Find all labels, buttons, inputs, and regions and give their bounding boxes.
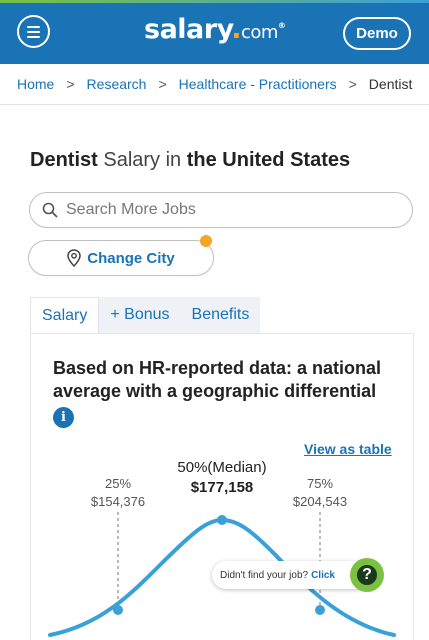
logo-suffix: com	[240, 22, 278, 43]
location-pin-icon	[67, 249, 81, 267]
menu-icon[interactable]	[17, 15, 50, 48]
tab-bonus[interactable]: + Bonus	[99, 297, 180, 333]
median-percent: 50%(Median)	[177, 459, 267, 476]
p75-value: $204,543	[292, 494, 348, 509]
help-text: Didn't find your job?	[220, 569, 309, 581]
logo-main: salary	[144, 14, 232, 45]
top-header: salary.com® Demo	[0, 0, 429, 64]
demo-button[interactable]: Demo	[343, 17, 411, 50]
salary-distribution-chart: 25% $154,376 50%(Median) $177,158 75% $2…	[30, 455, 414, 640]
search-icon	[42, 202, 58, 218]
help-click-link[interactable]: Click	[311, 570, 335, 581]
search-box[interactable]	[29, 192, 413, 228]
question-mark: ?	[355, 563, 379, 587]
logo-reg: ®	[277, 21, 286, 30]
breadcrumb-research[interactable]: Research	[87, 76, 147, 92]
title-job: Dentist	[30, 149, 98, 171]
breadcrumb-separator: >	[158, 76, 167, 92]
breadcrumb-divider	[0, 104, 429, 105]
tab-benefits[interactable]: Benefits	[181, 297, 261, 333]
header-accent-stripe	[0, 0, 429, 3]
median-value: $177,158	[190, 479, 254, 496]
search-input[interactable]	[66, 201, 386, 219]
breadcrumb-separator: >	[66, 76, 75, 92]
p25-marker	[113, 605, 123, 615]
help-question-icon[interactable]: ?	[350, 558, 384, 592]
breadcrumb: Home > Research > Healthcare - Practitio…	[17, 76, 412, 92]
title-word: Salary in	[103, 149, 182, 171]
salary-logo[interactable]: salary.com®	[144, 14, 286, 45]
notification-dot	[200, 235, 212, 247]
breadcrumb-separator: >	[348, 76, 357, 92]
breadcrumb-current: Dentist	[368, 76, 413, 92]
breadcrumb-healthcare[interactable]: Healthcare - Practitioners	[179, 76, 337, 92]
p25-value: $154,376	[90, 494, 146, 509]
p75-marker	[315, 605, 325, 615]
median-label: 50%(Median) $177,158	[157, 458, 287, 498]
help-bubble[interactable]: Didn't find your job? Click	[212, 561, 371, 589]
card-heading: Based on HR-reported data: a national av…	[53, 358, 382, 401]
p75-label: 75% $204,543	[275, 475, 365, 511]
tab-bar: Salary + Bonus Benefits	[30, 297, 261, 333]
title-location: the United States	[186, 149, 351, 171]
p50-marker	[217, 515, 227, 525]
tab-salary[interactable]: Salary	[30, 297, 100, 333]
page-title: Dentist Salary in the United States	[30, 149, 350, 172]
breadcrumb-home[interactable]: Home	[17, 76, 54, 92]
change-city-button[interactable]: Change City	[28, 240, 214, 276]
p25-percent: 25%	[104, 476, 132, 491]
change-city-label: Change City	[87, 249, 175, 267]
p75-percent: 75%	[306, 476, 334, 491]
info-icon[interactable]: i	[53, 407, 74, 428]
p25-label: 25% $154,376	[73, 475, 163, 511]
